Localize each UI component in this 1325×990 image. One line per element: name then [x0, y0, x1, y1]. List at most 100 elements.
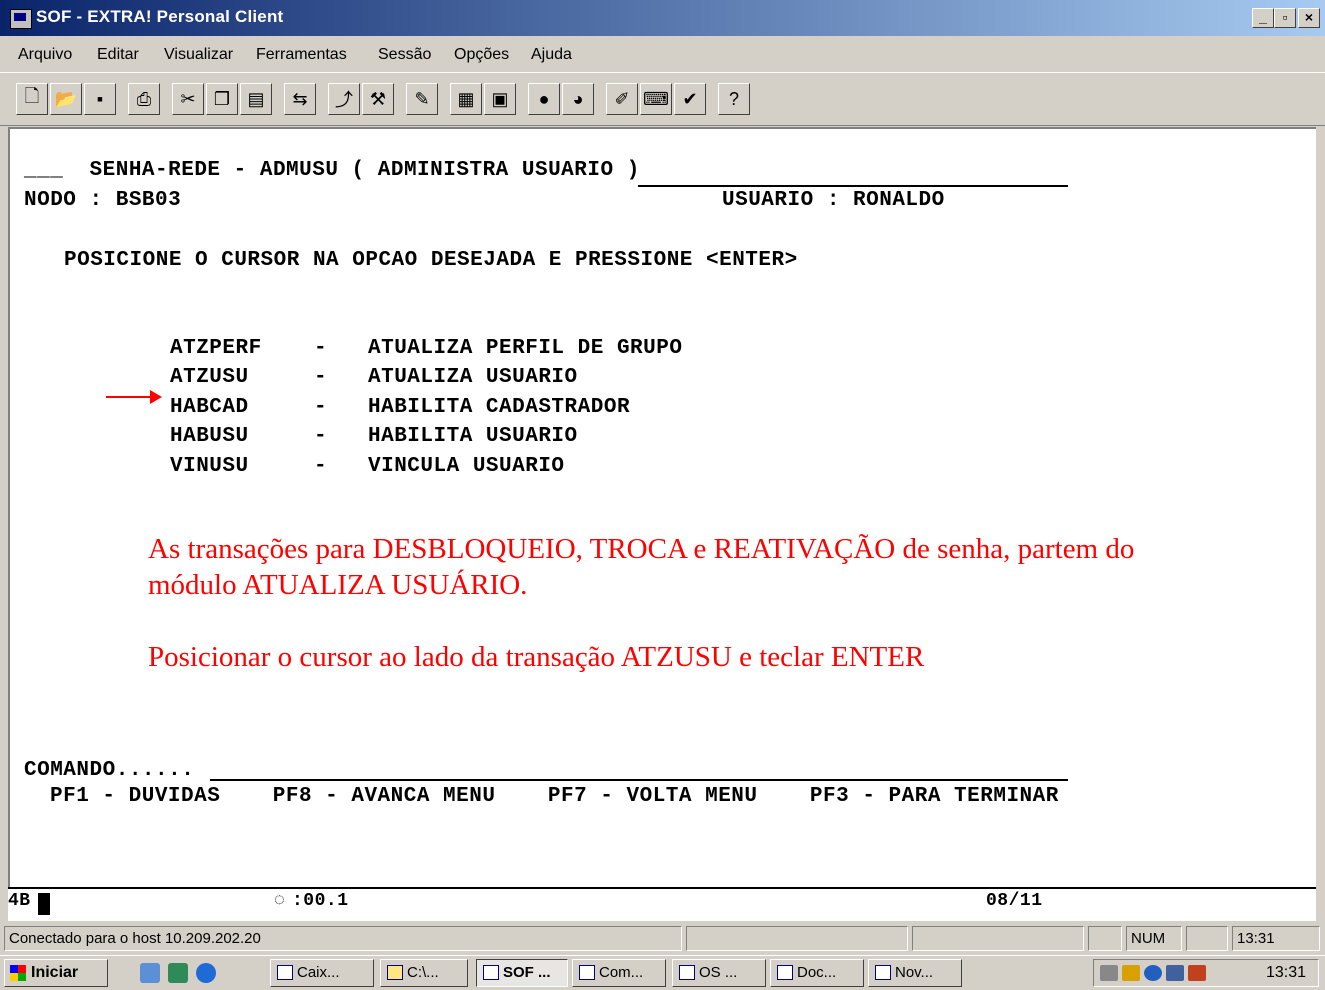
tray-app-icon[interactable] [1166, 965, 1184, 981]
option-description: ATUALIZA PERFIL DE GRUPO [368, 337, 683, 360]
title-underline [638, 185, 1068, 187]
option-description: HABILITA CADASTRADOR [368, 396, 631, 419]
task-button[interactable]: Nov... [868, 959, 962, 987]
annotation-text: As transações para DESBLOQUEIO, TROCA e … [148, 533, 1135, 565]
record-icon[interactable]: ● [528, 83, 560, 115]
outlook-icon[interactable] [168, 963, 188, 983]
color-icon[interactable]: ◕ [562, 83, 594, 115]
send-icon[interactable]: ⇆ [284, 83, 316, 115]
config-icon[interactable]: ▣ [484, 83, 516, 115]
transfer-icon[interactable]: ⤴ [328, 83, 360, 115]
annotation-text: Posicionar o cursor ao lado da transação… [148, 641, 925, 673]
print-icon[interactable]: ⎙ [128, 83, 160, 115]
word-icon [777, 965, 793, 980]
java-icon[interactable] [1188, 965, 1206, 981]
system-tray: 13:31 [1093, 959, 1319, 987]
menu-arquivo[interactable]: Arquivo [18, 46, 72, 64]
network-icon[interactable] [1122, 965, 1140, 981]
minimize-button[interactable]: _ [1252, 8, 1274, 28]
menu-editar[interactable]: Editar [97, 46, 139, 64]
task-button[interactable]: C:\... [380, 959, 468, 987]
task-button-active[interactable]: SOF ... [476, 959, 568, 987]
status-cell [912, 926, 1084, 951]
option-code[interactable]: HABCAD [170, 396, 249, 419]
check-icon[interactable]: ✔ [674, 83, 706, 115]
task-label: Com... [599, 964, 644, 981]
task-label: Doc... [797, 964, 837, 981]
option-separator: - [314, 396, 328, 419]
show-desktop-icon[interactable] [140, 963, 160, 983]
macro-icon[interactable]: ✎ [406, 83, 438, 115]
terminal-screen[interactable]: ___ SENHA-REDE - ADMUSU ( ADMINISTRA USU… [8, 127, 1316, 887]
annotation-text: módulo ATUALIZA USUÁRIO. [148, 569, 528, 601]
word-icon [875, 965, 891, 980]
keyboard-icon[interactable]: ⌨ [640, 83, 672, 115]
task-button[interactable]: OS ... [672, 959, 766, 987]
windows-logo-icon [10, 965, 26, 981]
tools-icon[interactable]: ⚒ [362, 83, 394, 115]
menu-ferramentas[interactable]: Ferramentas [256, 46, 347, 64]
maximize-button[interactable]: ▫ [1274, 8, 1296, 28]
menu-ajuda[interactable]: Ajuda [531, 46, 572, 64]
menu-visualizar[interactable]: Visualizar [164, 46, 233, 64]
option-code[interactable]: ATZUSU [170, 366, 249, 389]
word-icon [679, 965, 695, 980]
task-button[interactable]: Doc... [770, 959, 864, 987]
cut-icon[interactable]: ✂ [172, 83, 204, 115]
option-code[interactable]: ATZPERF [170, 337, 262, 360]
taskbar-clock: 13:31 [1265, 964, 1306, 981]
status-cell [686, 926, 908, 951]
status-bar: Conectado para o host 10.209.202.20 NUM … [0, 924, 1325, 954]
task-button[interactable]: Caix... [270, 959, 374, 987]
task-button[interactable]: Com... [572, 959, 666, 987]
arrow-right-icon [106, 390, 162, 404]
instruction-text: POSICIONE O CURSOR NA OPCAO DESEJADA E P… [64, 249, 798, 272]
internet-explorer-icon[interactable] [196, 963, 216, 983]
folder-icon [387, 965, 403, 980]
option-code[interactable]: HABUSU [170, 425, 249, 448]
menu-opcoes[interactable]: Opções [454, 46, 509, 64]
operator-info-area: 4B ◌ :00.1 08/11 [8, 887, 1316, 921]
connection-indicator: 4B [8, 891, 31, 911]
window-title: SOF - EXTRA! Personal Client [36, 7, 284, 26]
option-description: VINCULA USUARIO [368, 455, 565, 478]
help-icon[interactable]: ? [718, 83, 750, 115]
comando-label: COMANDO...... [24, 759, 195, 782]
title-bar: SOF - EXTRA! Personal Client _ ▫ × [0, 0, 1325, 36]
status-cell [1088, 926, 1122, 951]
task-label: Nov... [895, 964, 934, 981]
screen-title: ___ SENHA-REDE - ADMUSU ( ADMINISTRA USU… [24, 159, 640, 182]
app-icon[interactable] [10, 9, 32, 29]
start-label: Iniciar [31, 964, 79, 981]
option-description: HABILITA USUARIO [368, 425, 578, 448]
task-label: SOF ... [503, 964, 551, 981]
outlook-icon [277, 965, 293, 980]
cursor-block [38, 893, 50, 915]
open-icon[interactable]: 📂 [50, 83, 82, 115]
status-message: Conectado para o host 10.209.202.20 [4, 926, 682, 951]
edit-icon[interactable]: ✐ [606, 83, 638, 115]
volume-icon[interactable] [1100, 965, 1118, 981]
menu-bar: Arquivo Editar Visualizar Ferramentas Se… [0, 38, 1325, 72]
start-button[interactable]: Iniciar [4, 959, 108, 987]
task-label: Caix... [297, 964, 340, 981]
session-icon[interactable]: ▦ [450, 83, 482, 115]
comando-input[interactable] [210, 779, 1068, 781]
antivirus-icon[interactable] [1144, 965, 1162, 981]
usuario-label: USUARIO : RONALDO [722, 189, 945, 212]
status-time: 13:31 [1232, 926, 1320, 951]
menu-sessao[interactable]: Sessão [378, 46, 431, 64]
option-separator: - [314, 366, 328, 389]
close-button[interactable]: × [1298, 8, 1320, 28]
cursor-position: 08/11 [986, 891, 1043, 911]
save-icon[interactable]: ▪ [84, 83, 116, 115]
clock-icon: ◌ [274, 891, 286, 911]
new-icon[interactable]: 🗋 [16, 83, 48, 115]
option-description: ATUALIZA USUARIO [368, 366, 578, 389]
pf-keys: PF1 - DUVIDAS PF8 - AVANCA MENU PF7 - VO… [50, 785, 1059, 808]
option-separator: - [314, 425, 328, 448]
option-code[interactable]: VINUSU [170, 455, 249, 478]
copy-icon[interactable]: ❐ [206, 83, 238, 115]
task-label: C:\... [407, 964, 439, 981]
paste-icon[interactable]: ▤ [240, 83, 272, 115]
